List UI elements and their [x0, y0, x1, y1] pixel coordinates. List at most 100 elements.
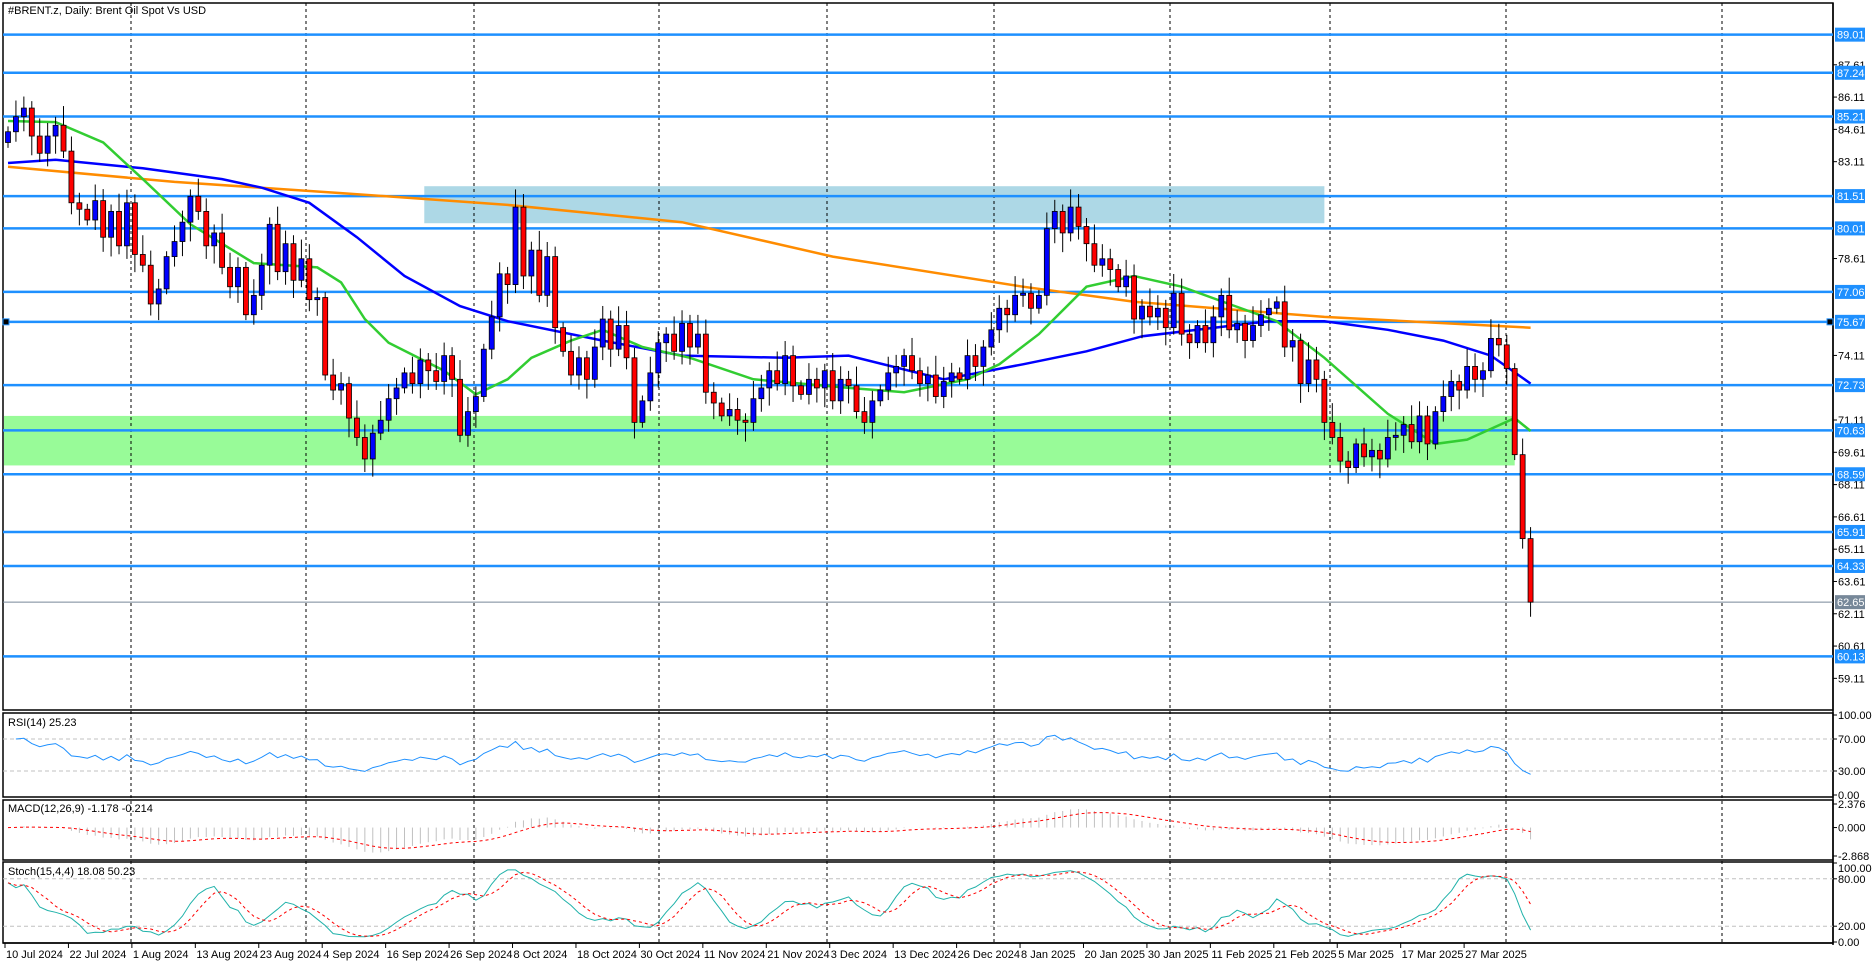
level-price-label: 64.33 — [1837, 561, 1865, 573]
candle-body-up — [338, 383, 344, 391]
candle-body-up — [1432, 411, 1439, 445]
candle-body-down — [76, 202, 83, 210]
candle-body-up — [44, 135, 51, 154]
candle-body-up — [1043, 228, 1050, 296]
candle-body-up — [576, 357, 582, 376]
candle-body-down — [100, 200, 107, 238]
candle-body-down — [195, 195, 202, 212]
candle-body-down — [568, 350, 574, 376]
candle-body-down — [1527, 538, 1534, 603]
time-axis-label: 27 Mar 2025 — [1465, 949, 1527, 961]
candle-body-up — [1305, 359, 1312, 385]
chart-window[interactable]: 87.6186.1184.6183.1178.6174.1171.1169.61… — [0, 0, 1875, 964]
candle — [322, 292, 329, 381]
time-axis-label: 17 Mar 2025 — [1402, 949, 1464, 961]
candle-body-down — [583, 357, 590, 380]
candle-body-down — [1147, 305, 1153, 318]
stoch-panel — [2, 861, 1834, 944]
candle-body-up — [980, 346, 987, 367]
candle-body-down — [1345, 460, 1352, 468]
candle-body-up — [750, 398, 757, 423]
candle — [480, 343, 487, 402]
candle-body-down — [1059, 210, 1066, 234]
time-axis-label: 22 Jul 2024 — [69, 949, 126, 961]
candle-body-down — [425, 359, 432, 372]
candle-body-down — [813, 378, 820, 389]
level-price-label: 80.01 — [1837, 223, 1865, 235]
price-tick-label: 74.11 — [1838, 350, 1865, 362]
candle-body-up — [1194, 325, 1201, 344]
candle-body-down — [1424, 415, 1431, 445]
candle-body-up — [1392, 434, 1399, 438]
candle-body-down — [1115, 269, 1122, 288]
candle-body-up — [496, 273, 503, 318]
time-axis-label: 13 Dec 2024 — [894, 949, 956, 961]
candle-body-down — [409, 372, 416, 385]
candle-body-down — [1178, 292, 1185, 335]
candle-body-up — [108, 210, 114, 238]
candle-body-up — [1416, 415, 1423, 443]
candle-body-up — [187, 195, 194, 223]
candle-body-up — [1154, 307, 1161, 318]
price-chart[interactable]: 87.6186.1184.6183.1178.6174.1171.1169.61… — [0, 0, 1875, 964]
candle-body-down — [36, 135, 43, 154]
candle-body-up — [1012, 294, 1019, 316]
time-axis-label: 8 Oct 2024 — [514, 949, 568, 961]
zone-rectangle-1[interactable] — [4, 415, 1515, 466]
price-tick-label: 86.11 — [1838, 92, 1865, 104]
candle-body-down — [829, 370, 836, 402]
candle-body-up — [528, 249, 535, 277]
candle-body-up — [1139, 305, 1145, 320]
candle-body-down — [702, 333, 709, 393]
candle-body-up — [1123, 275, 1130, 288]
candle-body-up — [988, 329, 995, 348]
candle-body-down — [1186, 333, 1193, 344]
candle-body-down — [1329, 421, 1336, 438]
candle-body-up — [758, 387, 765, 400]
candle-body-up — [599, 318, 606, 348]
candle-body-down — [1202, 325, 1209, 344]
candle-body-down — [116, 210, 122, 247]
candle-body-up — [869, 400, 876, 423]
candle-body-down — [242, 266, 249, 316]
time-axis-label: 16 Sep 2024 — [387, 949, 449, 961]
candle-body-up — [1353, 443, 1359, 468]
candle-body-up — [179, 221, 186, 242]
candle-body-up — [679, 322, 685, 352]
line-anchor-marker[interactable] — [1826, 318, 1834, 326]
candle-body-up — [1218, 294, 1225, 318]
candle-body-down — [354, 417, 360, 438]
current-price-label: 62.65 — [1837, 597, 1865, 609]
candle-body-down — [1091, 243, 1098, 266]
candle-body-down — [1519, 454, 1526, 540]
candle-body-up — [13, 116, 19, 133]
candle-body-up — [821, 370, 828, 389]
price-tick-label: 62.11 — [1838, 609, 1865, 621]
candle-body-down — [1456, 381, 1463, 391]
candle-body-down — [1083, 226, 1090, 245]
candle-body-up — [1067, 206, 1074, 234]
macd-label: MACD(12,26,9) -1.178 -0.214 — [8, 803, 153, 815]
candle-body-up — [948, 372, 955, 382]
candle-body-up — [1400, 424, 1407, 436]
rsi-tick-label: 100.00 — [1838, 710, 1872, 722]
level-price-label: 68.59 — [1837, 469, 1865, 481]
price-tick-label: 78.61 — [1838, 254, 1866, 266]
line-anchor-marker[interactable] — [2, 318, 10, 326]
candle-body-down — [956, 372, 963, 380]
zone-rectangle-0[interactable] — [424, 186, 1325, 224]
candle-body-down — [536, 249, 543, 296]
candle-body-down — [457, 378, 463, 436]
candle-body-up — [393, 387, 400, 400]
time-axis-label: 13 Aug 2024 — [196, 949, 258, 961]
candle-body-down — [1337, 437, 1344, 462]
candle-body-up — [369, 432, 376, 460]
candle-body-up — [1369, 449, 1375, 458]
candle-body-up — [480, 348, 487, 397]
candle-body-up — [163, 256, 170, 290]
candle-body-up — [92, 200, 99, 221]
candle-body-up — [465, 411, 471, 436]
candle — [560, 322, 566, 357]
time-axis-label: 23 Aug 2024 — [260, 949, 322, 961]
candle-body-down — [1376, 449, 1383, 460]
